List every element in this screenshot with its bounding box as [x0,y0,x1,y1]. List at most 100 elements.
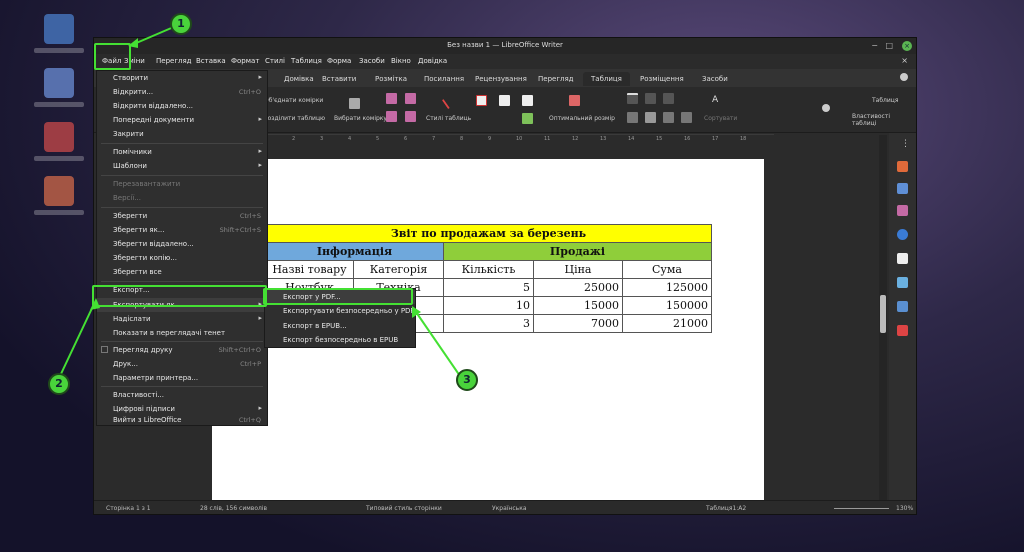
menu-item-web-preview[interactable]: Показати в переглядачі тенет [97,326,267,340]
table-cell[interactable]: 10 [443,296,534,315]
menu-item-exit[interactable]: Вийти з LibreOffice Ctrl+Q [97,413,267,427]
select-cell-button[interactable]: Вибрати комірку [334,115,387,122]
status-page[interactable]: Сторінка 1 з 1 [106,505,151,512]
borders-icon[interactable] [476,95,487,106]
border-color-icon[interactable] [522,95,533,106]
menu-item-versions[interactable]: Версії... [97,191,267,205]
menu-item-wizards[interactable]: Помічники ▸ [97,145,267,159]
menu-window[interactable]: Вікно [391,57,411,65]
menu-view[interactable]: Перегляд [156,57,192,65]
style-inspector-icon[interactable] [897,277,908,288]
table-header-quantity[interactable]: Кількість [443,260,534,279]
desktop-app-icon[interactable] [44,122,74,152]
maximize-button[interactable]: □ [885,41,893,50]
close-document-icon[interactable]: × [901,56,908,65]
tab-references[interactable]: Посилання [416,72,472,86]
sort-button[interactable]: Сортувати [704,115,737,122]
scrollbar-thumb[interactable] [880,295,886,333]
menu-item-save[interactable]: Зберегти Ctrl+S [97,209,267,223]
menu-item-export-pdf-direct[interactable]: Експортувати безпосередньо у PDF [265,304,415,318]
menu-item-print[interactable]: Друк... Ctrl+P [97,357,267,371]
tab-table[interactable]: Таблиця [583,72,630,86]
align-right-icon[interactable] [663,112,674,123]
status-page-style[interactable]: Типовий стиль сторінки [366,505,442,512]
menu-item-send[interactable]: Надіслати ▸ [97,312,267,326]
cell-background-icon[interactable] [522,113,533,124]
desktop-app-icon[interactable] [44,68,74,98]
gallery-icon[interactable] [897,205,908,216]
menu-form[interactable]: Форма [327,57,351,65]
minimize-button[interactable]: − [871,41,878,50]
menu-item-open[interactable]: Відкрити... Ctrl+O [97,85,267,99]
table-cell[interactable]: 15000 [533,296,623,315]
menu-item-printer-settings[interactable]: Параметри принтера... [97,371,267,385]
menu-item-templates[interactable]: Шаблони ▸ [97,159,267,173]
optimal-size-button[interactable]: Оптимальний розмір [549,115,615,122]
status-zoom[interactable]: 130% [896,505,913,512]
design-icon[interactable] [897,325,908,336]
menu-tools[interactable]: Засоби [359,57,385,65]
menu-insert[interactable]: Вставка [196,57,226,65]
align-top-icon[interactable] [627,93,638,104]
table-cell[interactable]: 7000 [533,314,623,333]
desktop-folder-icon[interactable] [44,14,74,44]
manage-changes-icon[interactable] [897,301,908,312]
notebookbar-menu-icon[interactable] [900,73,908,81]
status-language[interactable]: Українська [492,505,527,512]
table-cell[interactable]: 5 [443,278,534,297]
table-styles-button[interactable]: Стилі таблиць [426,115,471,122]
table-dropdown[interactable]: Таблиця [872,97,898,104]
menu-item-export-epub-direct[interactable]: Експорт безпосередньо в EPUB [265,333,415,347]
status-word-count[interactable]: 28 слів, 156 символів [200,505,267,512]
align-bottom-icon[interactable] [663,93,674,104]
delete-col-icon[interactable] [405,111,416,122]
close-window-button[interactable]: × [902,41,912,51]
properties-icon[interactable] [897,161,908,172]
menu-item-export-epub[interactable]: Експорт в EPUB... [265,319,415,333]
menu-item-reload[interactable]: Перезавантажити [97,177,267,191]
table-group-sales[interactable]: Продажі [443,242,712,261]
justify-icon[interactable] [681,112,692,123]
table-styles-icon[interactable] [441,93,458,110]
tab-layout[interactable]: Розмітка [367,72,415,86]
desktop-app-icon[interactable] [44,176,74,206]
tab-tools[interactable]: Засоби [694,72,736,86]
tab-review[interactable]: Рецензування [467,72,535,86]
table-header-category[interactable]: Категорія [353,260,444,279]
table-cell[interactable]: 21000 [622,314,712,333]
menu-item-close[interactable]: Закрити [97,127,267,141]
border-style-icon[interactable] [499,95,510,106]
menu-item-save-copy[interactable]: Зберегти копію... [97,251,267,265]
add-icon[interactable] [822,104,830,112]
table-header-price[interactable]: Ціна [533,260,623,279]
page-icon[interactable] [897,253,908,264]
vertical-scrollbar[interactable] [879,135,887,500]
menu-item-save-as[interactable]: Зберегти як... Shift+Ctrl+S [97,223,267,237]
table-header-product[interactable]: Назві товару [265,260,354,279]
menu-item-recent[interactable]: Попередні документи ▸ [97,113,267,127]
table-title[interactable]: Звіт по продажам за березень [265,224,712,243]
table-group-info[interactable]: Інформація [265,242,444,261]
sidebar-menu-icon[interactable]: ⋮ [901,139,910,149]
menu-table[interactable]: Таблиця [291,57,322,65]
table-cell[interactable]: 3 [443,314,534,333]
navigator-icon[interactable] [897,229,908,240]
menu-item-save-remote[interactable]: Зберегти віддалено... [97,237,267,251]
menu-help[interactable]: Довідка [418,57,447,65]
table-cell[interactable]: 150000 [622,296,712,315]
sort-icon[interactable]: A [712,95,723,106]
table-properties-button[interactable]: Властивості таблиці [852,113,916,127]
menu-styles[interactable]: Стилі [265,57,285,65]
table-row-icon[interactable] [386,93,397,104]
menu-item-new[interactable]: Створити ▸ [97,71,267,85]
tab-insert[interactable]: Вставити [314,72,364,86]
align-center-h-icon[interactable] [645,112,656,123]
table-header-sum[interactable]: Сума [622,260,712,279]
table-cell[interactable]: 125000 [622,278,712,297]
styles-icon[interactable] [897,183,908,194]
select-cell-icon[interactable] [349,98,360,109]
tab-view[interactable]: Перегляд [530,72,582,86]
menu-item-open-remote[interactable]: Відкрити віддалено... [97,99,267,113]
table-col-icon[interactable] [405,93,416,104]
align-left-icon[interactable] [627,112,638,123]
